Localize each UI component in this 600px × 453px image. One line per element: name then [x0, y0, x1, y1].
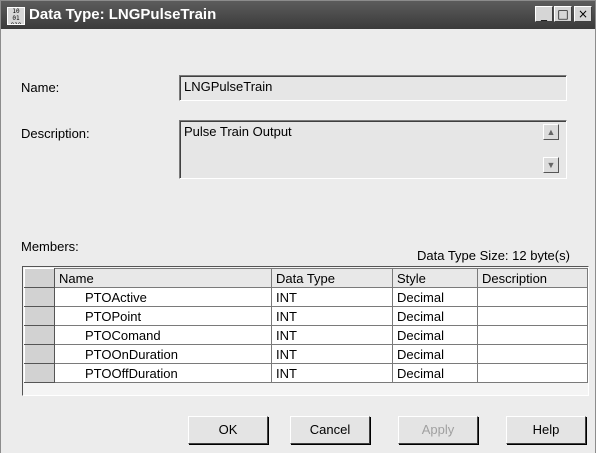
- member-data-type[interactable]: INT: [271, 325, 393, 345]
- data-type-dialog: 10 01 010 Data Type: LNGPulseTrain _ □ ×…: [0, 0, 596, 453]
- member-description[interactable]: [477, 344, 588, 364]
- member-description[interactable]: [477, 363, 588, 383]
- member-name[interactable]: PTOComand: [54, 325, 272, 345]
- help-button[interactable]: Help: [506, 416, 586, 444]
- table-row[interactable]: PTOActive INT Decimal: [24, 287, 588, 307]
- header-row: Name Data Type Style Description: [24, 268, 588, 288]
- member-style[interactable]: Decimal: [392, 325, 478, 345]
- name-label: Name:: [21, 80, 60, 95]
- member-name[interactable]: PTOPoint: [54, 306, 272, 326]
- member-style[interactable]: Decimal: [392, 363, 478, 383]
- member-name[interactable]: PTOOffDuration: [54, 363, 272, 383]
- header-selector[interactable]: [24, 268, 55, 288]
- cancel-button[interactable]: Cancel: [290, 416, 370, 444]
- scroll-down-icon[interactable]: ▼: [543, 157, 559, 173]
- row-selector[interactable]: [24, 344, 55, 364]
- member-description[interactable]: [477, 325, 588, 345]
- description-label: Description:: [21, 126, 90, 141]
- member-data-type[interactable]: INT: [271, 344, 393, 364]
- close-button[interactable]: ×: [574, 6, 592, 22]
- members-table: Name Data Type Style Description PTOActi…: [24, 268, 588, 383]
- row-selector[interactable]: [24, 363, 55, 383]
- member-description[interactable]: [477, 287, 588, 307]
- member-description[interactable]: [477, 306, 588, 326]
- member-data-type[interactable]: INT: [271, 363, 393, 383]
- row-selector[interactable]: [24, 287, 55, 307]
- name-field[interactable]: LNGPulseTrain: [179, 75, 567, 101]
- scroll-up-icon[interactable]: ▲: [543, 124, 559, 140]
- member-data-type[interactable]: INT: [271, 306, 393, 326]
- member-name[interactable]: PTOActive: [54, 287, 272, 307]
- member-name[interactable]: PTOOnDuration: [54, 344, 272, 364]
- members-label: Members:: [21, 239, 79, 254]
- window-title: Data Type: LNGPulseTrain: [29, 6, 217, 23]
- title-bar[interactable]: 10 01 010 Data Type: LNGPulseTrain _ □ ×: [1, 1, 595, 29]
- row-selector[interactable]: [24, 306, 55, 326]
- table-row[interactable]: PTOOffDuration INT Decimal: [24, 363, 588, 383]
- member-style[interactable]: Decimal: [392, 306, 478, 326]
- maximize-button[interactable]: □: [554, 6, 572, 22]
- minimize-button[interactable]: _: [535, 6, 553, 22]
- row-selector[interactable]: [24, 325, 55, 345]
- data-type-size: Data Type Size: 12 byte(s): [417, 248, 570, 263]
- members-grid[interactable]: Name Data Type Style Description PTOActi…: [22, 266, 589, 396]
- apply-button: Apply: [398, 416, 478, 444]
- column-header-description[interactable]: Description: [477, 268, 588, 288]
- data-type-icon: 10 01 010: [7, 7, 25, 25]
- member-data-type[interactable]: INT: [271, 287, 393, 307]
- table-row[interactable]: PTOOnDuration INT Decimal: [24, 344, 588, 364]
- table-row[interactable]: PTOPoint INT Decimal: [24, 306, 588, 326]
- column-header-name[interactable]: Name: [54, 268, 272, 288]
- description-field[interactable]: Pulse Train Output ▲ ▼: [179, 120, 567, 179]
- member-style[interactable]: Decimal: [392, 344, 478, 364]
- column-header-data-type[interactable]: Data Type: [271, 268, 393, 288]
- description-text: Pulse Train Output: [184, 124, 292, 139]
- member-style[interactable]: Decimal: [392, 287, 478, 307]
- table-row[interactable]: PTOComand INT Decimal: [24, 325, 588, 345]
- ok-button[interactable]: OK: [188, 416, 268, 444]
- column-header-style[interactable]: Style: [392, 268, 478, 288]
